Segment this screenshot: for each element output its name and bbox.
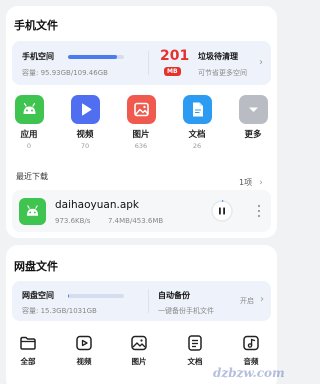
category-count: 636 xyxy=(134,142,148,150)
download-item[interactable]: daihaoyuan.apk 973.6KB/s 7.4MB/453.6MB xyxy=(12,190,271,232)
category-label: 图片 xyxy=(132,130,150,140)
music-note-icon xyxy=(243,335,259,351)
image-icon xyxy=(131,335,147,351)
document-icon xyxy=(188,335,202,351)
nav-audio[interactable]: 音频 xyxy=(235,334,267,367)
cloud-storage-label: 网盘空间 xyxy=(22,291,54,300)
phone-storage-label: 手机空间 xyxy=(22,52,54,61)
more-vertical-icon xyxy=(257,204,261,218)
category-count: 70 xyxy=(80,142,90,150)
category-more[interactable]: 更多 xyxy=(233,95,273,140)
category-videos[interactable]: 视频 70 xyxy=(65,95,105,150)
category-apps[interactable]: 应用 0 xyxy=(9,95,49,150)
phone-storage-panel[interactable]: 手机空间 容量: 95.93GB/109.46GB 201 MB 垃圾待清理 可… xyxy=(12,41,271,85)
category-images[interactable]: 图片 636 xyxy=(121,95,161,150)
folder-icon xyxy=(20,336,36,350)
cloud-storage-bar xyxy=(68,294,124,298)
phone-storage-capacity: 容量: 95.93GB/109.46GB xyxy=(22,69,108,77)
cloud-storage-panel[interactable]: 网盘空间 容量: 15.3GB/1031GB 自动备份 一键备份手机文件 开启 … xyxy=(12,281,271,321)
nav-images[interactable]: 图片 xyxy=(123,334,155,367)
junk-size-value: 201 xyxy=(160,48,190,64)
junk-size-unit-badge: MB xyxy=(164,67,181,76)
nav-label: 图片 xyxy=(131,357,147,366)
pause-icon xyxy=(211,200,233,222)
junk-clean-sub: 可节省更多空间 xyxy=(198,69,247,77)
category-label: 视频 xyxy=(76,130,94,140)
junk-clean-label: 垃圾待清理 xyxy=(198,52,238,61)
storage-divider xyxy=(148,289,149,313)
cloud-storage-bar-fill xyxy=(68,294,70,298)
android-app-icon xyxy=(14,95,44,124)
nav-documents[interactable]: 文档 xyxy=(179,334,211,367)
storage-divider xyxy=(148,51,149,75)
download-speed: 973.6KB/s xyxy=(55,217,91,225)
video-icon xyxy=(76,335,92,351)
auto-backup-status: 开启 xyxy=(240,297,254,305)
auto-backup-sub: 一键备份手机文件 xyxy=(158,307,214,315)
phone-files-card: 手机文件 手机空间 容量: 95.93GB/109.46GB 201 MB 垃圾… xyxy=(6,6,277,238)
video-play-icon xyxy=(70,95,100,124)
download-file-name: daihaoyuan.apk xyxy=(55,199,140,211)
category-count: 0 xyxy=(26,142,32,150)
section-title-cloud-files: 网盘文件 xyxy=(14,260,58,273)
more-options-button[interactable] xyxy=(254,203,264,219)
chevron-right-icon: › xyxy=(260,294,264,305)
nav-video[interactable]: 视频 xyxy=(68,334,100,367)
recent-downloads-title: 最近下载 xyxy=(16,172,48,181)
section-title-phone-files: 手机文件 xyxy=(14,19,58,32)
document-icon xyxy=(182,95,212,124)
category-label: 应用 xyxy=(20,130,38,140)
auto-backup-label: 自动备份 xyxy=(158,291,190,300)
recent-downloads-more[interactable]: 1项 › xyxy=(239,170,263,189)
nav-label: 全部 xyxy=(20,357,36,366)
category-label: 文档 xyxy=(188,130,206,140)
category-label: 更多 xyxy=(244,130,262,140)
pause-button[interactable] xyxy=(211,200,233,222)
cloud-storage-capacity: 容量: 15.3GB/1031GB xyxy=(22,307,97,315)
android-app-icon xyxy=(19,198,46,225)
phone-storage-bar xyxy=(68,55,124,59)
image-icon xyxy=(126,95,156,124)
nav-label: 视频 xyxy=(76,357,92,366)
chevron-right-icon: › xyxy=(259,178,263,188)
watermark: dzbzw.com xyxy=(213,366,285,380)
chevron-right-icon: › xyxy=(259,57,263,68)
nav-all[interactable]: 全部 xyxy=(12,334,44,367)
phone-storage-bar-fill xyxy=(68,55,118,59)
category-count: 26 xyxy=(192,142,202,150)
nav-label: 文档 xyxy=(187,357,203,366)
recent-downloads-count: 1项 xyxy=(239,178,253,187)
download-size: 7.4MB/453.6MB xyxy=(108,217,164,225)
category-documents[interactable]: 文档 26 xyxy=(177,95,217,150)
chevron-down-icon xyxy=(238,95,268,124)
